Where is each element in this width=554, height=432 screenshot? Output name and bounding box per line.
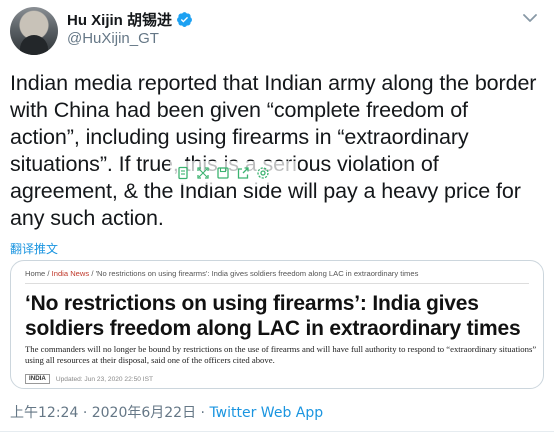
verified-badge-icon — [177, 12, 192, 27]
display-name[interactable]: Hu Xijin 胡锡进 — [67, 9, 172, 30]
tweet-date[interactable]: 2020年6月22日 — [92, 405, 196, 421]
handle[interactable]: @HuXijin_GT — [67, 30, 159, 47]
share-icon[interactable] — [236, 166, 250, 180]
author-name-row[interactable]: Hu Xijin 胡锡进 — [67, 9, 193, 30]
image-overlay-toolbar — [170, 161, 298, 185]
breadcrumb-home: Home — [25, 269, 46, 278]
divider — [25, 283, 529, 284]
save-icon[interactable] — [216, 166, 230, 180]
attached-image[interactable]: Home / India News / 'No restrictions on … — [10, 260, 544, 389]
breadcrumb: Home / India News / 'No restrictions on … — [25, 269, 419, 278]
expand-icon[interactable] — [196, 166, 210, 180]
breadcrumb-section: India News — [51, 269, 90, 278]
chevron-down-icon[interactable] — [523, 13, 537, 23]
updated-timestamp: Updated: Jun 23, 2020 22:50 IST — [55, 375, 153, 383]
separator: · — [82, 405, 88, 421]
separator: · — [200, 405, 205, 421]
article-summary: The commanders will no longer be bound b… — [25, 344, 537, 365]
tweet-text: Indian media reported that Indian army a… — [10, 71, 537, 230]
avatar[interactable] — [10, 7, 58, 55]
article-headline: ‘No restrictions on using firearms’: Ind… — [25, 292, 521, 340]
section-tag: INDIA — [25, 374, 50, 384]
settings-icon[interactable] — [256, 166, 270, 180]
tweet-footer: 上午12:24 · 2020年6月22日 · Twitter Web App — [10, 402, 323, 422]
translate-tweet-link[interactable]: 翻译推文 — [10, 240, 58, 257]
source-app-link[interactable]: Twitter Web App — [209, 405, 323, 421]
article-meta: INDIA Updated: Jun 23, 2020 22:50 IST — [25, 374, 153, 384]
copy-icon[interactable] — [176, 166, 190, 180]
tweet: Hu Xijin 胡锡进 @HuXijin_GT Indian media re… — [0, 0, 554, 432]
breadcrumb-title: 'No restrictions on using firearms': Ind… — [95, 269, 419, 278]
tweet-time[interactable]: 上午12:24 — [10, 405, 78, 421]
